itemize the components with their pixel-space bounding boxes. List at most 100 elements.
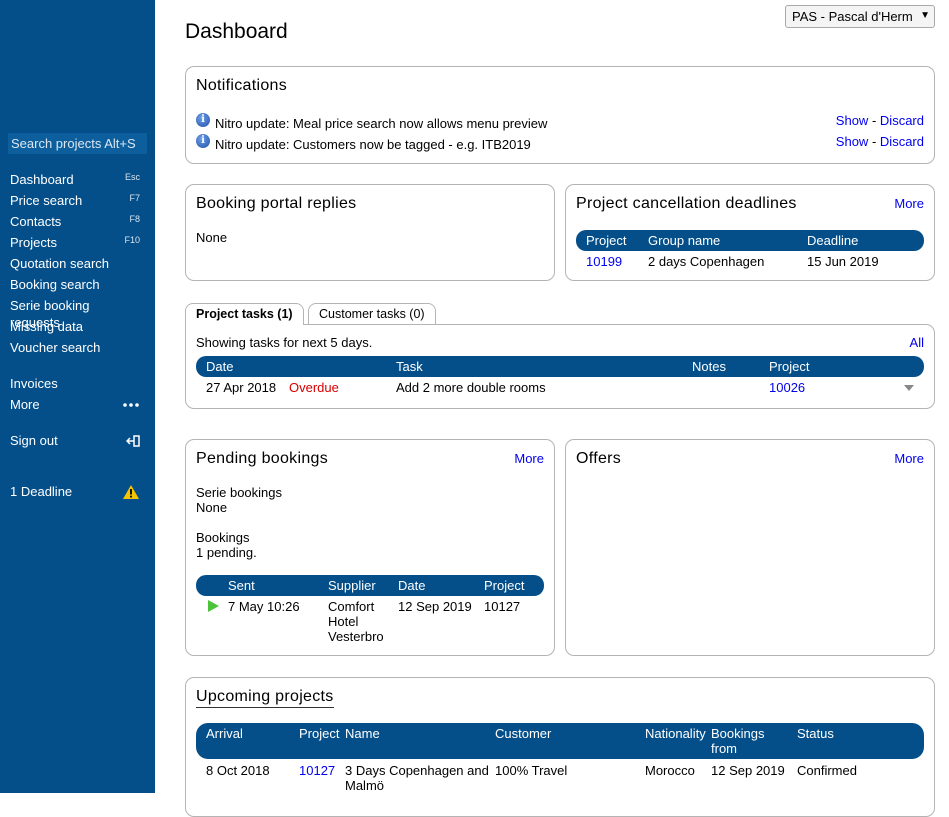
sidebar-item-price-search[interactable]: Price search F7: [10, 192, 140, 213]
column-header: Project: [299, 726, 340, 741]
shortcut-key: F10: [124, 235, 140, 245]
deadline-alert[interactable]: 1 Deadline: [10, 483, 140, 504]
sidebar-item-dashboard[interactable]: Dashboard Esc: [10, 171, 140, 192]
column-header: Status: [797, 726, 834, 741]
nationality: Morocco: [645, 763, 695, 778]
sidebar-item-projects[interactable]: Projects F10: [10, 234, 140, 255]
page-title: Dashboard: [185, 20, 288, 43]
tab-project-tasks[interactable]: Project tasks (1): [185, 303, 304, 325]
sidebar-item-label: Sign out: [10, 433, 58, 448]
column-header-line: from: [711, 741, 737, 756]
overdue-badge: Overdue: [289, 380, 339, 395]
supplier-line: Hotel: [328, 614, 359, 629]
sidebar-nav-secondary: Invoices More: [10, 375, 140, 417]
column-header: Notes: [692, 359, 726, 374]
sidebar-item-label: Quotation search: [10, 256, 110, 271]
sidebar-item-contacts[interactable]: Contacts F8: [10, 213, 140, 234]
serie-bookings-label: Serie bookings: [196, 485, 282, 500]
table-row: 10199 2 days Copenhagen 15 Jun 2019: [576, 251, 924, 271]
panel-title: Pending bookings: [196, 450, 329, 467]
sidebar-item-label: Invoices: [10, 376, 58, 391]
booking-project: 10127: [484, 599, 521, 614]
shortcut-key: F7: [129, 193, 140, 203]
more-link[interactable]: More: [894, 451, 924, 466]
ellipsis-icon: [122, 396, 140, 413]
notification-actions: Show - Discard: [836, 134, 924, 149]
cancellation-panel: Project cancellation deadlines More Proj…: [565, 184, 935, 281]
sidebar-item-invoices[interactable]: Invoices: [10, 375, 140, 396]
notification-text: Nitro update: Customers now be tagged - …: [215, 137, 531, 152]
shortcut-key: F8: [129, 214, 140, 224]
more-link[interactable]: More: [514, 451, 544, 466]
shortcut-key: Esc: [124, 172, 140, 182]
panel-title: Notifications: [196, 77, 288, 94]
panel-title: Project cancellation deadlines: [576, 195, 797, 212]
play-icon: [208, 600, 219, 612]
project-name-line: Malmö: [345, 778, 385, 793]
serie-bookings-section: Serie bookings None: [196, 485, 282, 515]
project-status: Confirmed: [797, 763, 857, 778]
table-row: 27 Apr 2018 Overdue Add 2 more double ro…: [196, 377, 924, 397]
column-header: Sent: [228, 578, 255, 593]
table-header: Date Task Notes Project: [196, 356, 924, 377]
user-select-value: PAS - Pascal d'Herm: [792, 9, 913, 24]
chevron-down-icon[interactable]: [904, 385, 914, 391]
bookings-section: Bookings 1 pending.: [196, 530, 257, 560]
show-link[interactable]: Show: [836, 113, 869, 128]
supplier-name: Comfort Hotel Vesterbro: [328, 599, 384, 644]
search-projects-input[interactable]: [8, 133, 147, 154]
group-name: 2 days Copenhagen: [648, 254, 765, 269]
sidebar-item-more[interactable]: More: [10, 396, 140, 417]
column-header-line: Bookings: [711, 726, 765, 741]
notification-item: i Nitro update: Customers now be tagged …: [196, 134, 924, 154]
bookings-value: 1 pending.: [196, 545, 257, 560]
sidebar-item-serie-booking-requests[interactable]: Serie booking requests: [10, 297, 140, 330]
sidebar-deadline: 1 Deadline: [10, 483, 140, 504]
info-icon: i: [196, 113, 210, 127]
user-select[interactable]: PAS - Pascal d'Herm ▼: [785, 5, 935, 28]
booking-portal-content: None: [196, 230, 228, 245]
booking-date: 12 Sep 2019: [398, 599, 472, 614]
task-text: Add 2 more double rooms: [396, 380, 546, 395]
project-link[interactable]: 10026: [769, 380, 805, 395]
arrival-date: 8 Oct 2018: [206, 763, 270, 778]
separator: -: [871, 113, 877, 128]
task-date: 27 Apr 2018: [206, 380, 277, 395]
column-header: Project: [586, 233, 627, 248]
column-header: Task: [396, 359, 423, 374]
all-tasks-link[interactable]: All: [910, 335, 924, 350]
tab-customer-tasks[interactable]: Customer tasks (0): [308, 303, 436, 325]
column-header: Project: [769, 359, 810, 374]
table-row: 8 Oct 2018 10127 3 Days Copenhagen and M…: [196, 760, 924, 794]
sidebar-item-label: Dashboard: [10, 172, 74, 187]
sidebar-item-quotation-search[interactable]: Quotation search: [10, 255, 140, 276]
sent-time: 7 May 10:26: [228, 599, 300, 614]
panel-title: Offers: [576, 450, 622, 467]
table-header: Sent Supplier Date Project: [196, 575, 544, 596]
panel-title[interactable]: Upcoming projects: [196, 688, 334, 708]
column-header: Date: [398, 578, 426, 593]
project-link[interactable]: 10127: [299, 763, 335, 778]
bookings-from-date: 12 Sep 2019: [711, 763, 785, 778]
sidebar-item-label: Price search: [10, 193, 83, 208]
offers-panel: Offers More: [565, 439, 935, 656]
sidebar-nav: Dashboard Esc Price search F7 Contacts F…: [10, 171, 140, 360]
sign-out-button[interactable]: Sign out: [10, 432, 140, 453]
notification-actions: Show - Discard: [836, 113, 924, 128]
show-link[interactable]: Show: [836, 134, 869, 149]
pending-bookings-panel: Pending bookings More Serie bookings Non…: [185, 439, 555, 656]
info-icon: i: [196, 134, 210, 148]
more-link[interactable]: More: [894, 196, 924, 211]
tasks-range-text: Showing tasks for next 5 days.: [196, 335, 373, 350]
sidebar-item-label: Contacts: [10, 214, 62, 229]
warning-icon: [122, 483, 140, 500]
column-header: Supplier: [328, 578, 376, 593]
sidebar-item-booking-search[interactable]: Booking search: [10, 276, 140, 297]
discard-link[interactable]: Discard: [880, 134, 924, 149]
column-header: Project: [484, 578, 525, 593]
sidebar-item-voucher-search[interactable]: Voucher search: [10, 339, 140, 360]
discard-link[interactable]: Discard: [880, 113, 924, 128]
table-row: 7 May 10:26 Comfort Hotel Vesterbro 12 S…: [196, 596, 544, 646]
column-header: Group name: [648, 233, 721, 248]
project-link[interactable]: 10199: [586, 254, 622, 269]
